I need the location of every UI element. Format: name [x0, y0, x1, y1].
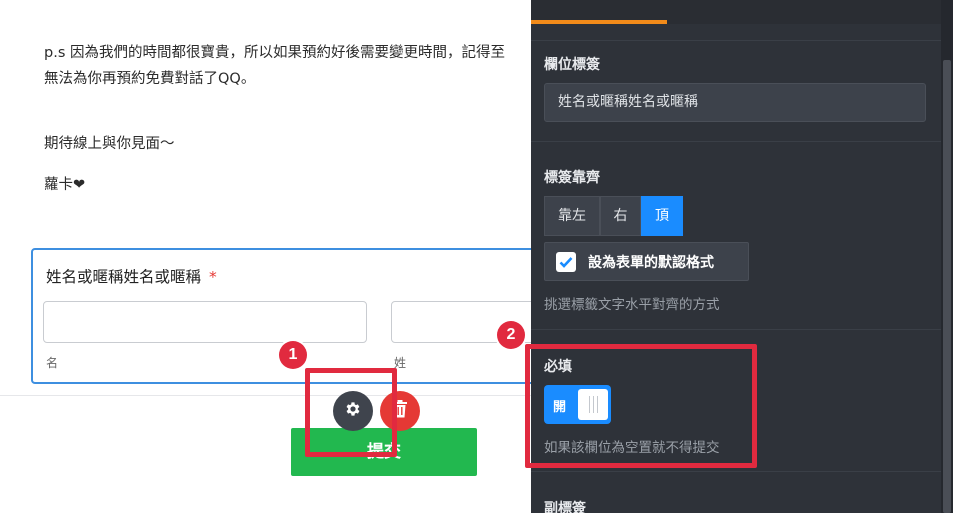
section-divider — [531, 329, 941, 330]
paragraph-closing: 期待線上與你見面～ — [44, 136, 175, 152]
required-asterisk: * — [209, 268, 217, 286]
checkmark-icon — [559, 257, 573, 268]
callout-box-2 — [525, 344, 757, 468]
divider — [0, 395, 531, 396]
callout-box-1 — [305, 368, 397, 457]
set-default-format-label: 設為表單的默認格式 — [588, 255, 714, 271]
signature: 蘿卡❤ — [44, 177, 86, 193]
alignment-section-title: 標簽靠齊 — [544, 170, 600, 186]
alignment-hint: 挑選標籤文字水平對齊的方式 — [544, 297, 720, 313]
paragraph-line-2: 無法為你再預約免費對話了QQ。 — [44, 71, 256, 87]
section-divider — [531, 40, 941, 41]
first-name-sublabel: 名 — [46, 356, 59, 370]
active-tab-indicator — [531, 20, 667, 24]
align-option-top[interactable]: 頂 — [641, 196, 683, 236]
scrollbar-thumb[interactable] — [943, 60, 951, 513]
callout-badge-2: 2 — [497, 321, 525, 349]
panel-scrollbar[interactable] — [941, 0, 953, 513]
callout-badge-1: 1 — [279, 341, 307, 369]
field-label-text: 姓名或暱稱姓名或暱稱 — [46, 268, 202, 286]
paragraph-line-1: p.s 因為我們的時間都很寶貴，所以如果預約好後需要變更時間，記得至 — [44, 45, 505, 61]
first-name-input[interactable] — [43, 301, 367, 343]
panel-tabs — [531, 0, 941, 24]
sublabel-section-title: 副標簽 — [544, 501, 586, 513]
checkbox[interactable] — [556, 252, 576, 272]
align-option-right[interactable]: 右 — [600, 196, 641, 236]
section-divider — [531, 471, 941, 472]
screen: p.s 因為我們的時間都很寶貴，所以如果預約好後需要變更時間，記得至 無法為你再… — [0, 0, 953, 513]
set-default-format-checkbox[interactable]: 設為表單的默認格式 — [544, 242, 749, 281]
field-label: 姓名或暱稱姓名或暱稱 * — [46, 265, 217, 287]
section-divider — [531, 141, 941, 142]
align-option-left[interactable]: 靠左 — [544, 196, 600, 236]
label-section-title: 欄位標簽 — [544, 57, 600, 73]
field-label-input[interactable]: 姓名或暱稱姓名或暱稱 — [544, 83, 926, 122]
alignment-segmented-control: 靠左 右 頂 — [544, 196, 683, 236]
